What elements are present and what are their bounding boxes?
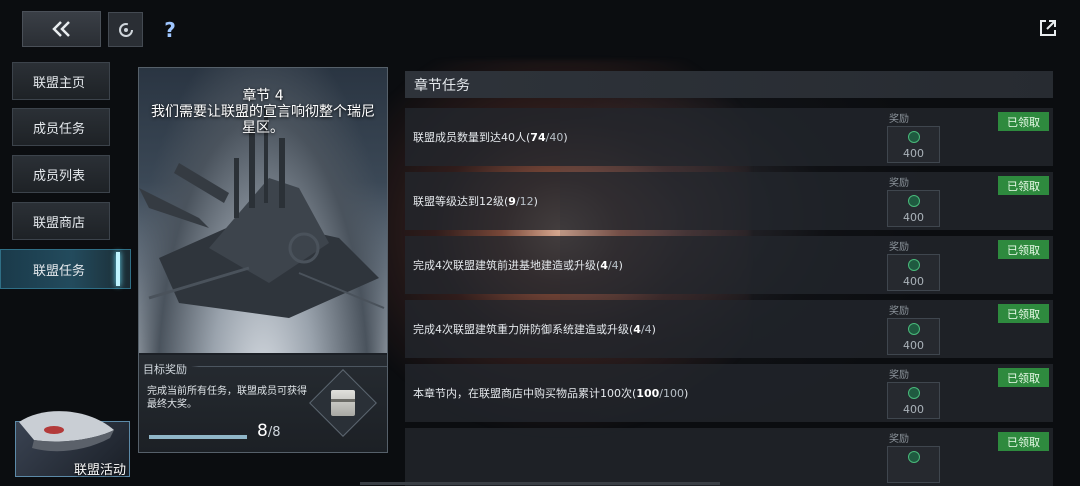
chapter-card: 章节 4 我们需要让联盟的宣言响彻整个瑞尼星区。 目标奖励 完成当前所有任务，联… bbox=[138, 67, 388, 453]
external-link-icon bbox=[1040, 20, 1056, 36]
task-text: 联盟成员数量到达40人( bbox=[413, 131, 531, 144]
sidebar-item-alliance-tasks[interactable]: 联盟任务 bbox=[0, 249, 131, 289]
task-description: 完成4次联盟建筑重力阱防御系统建造或升级(4/4) bbox=[413, 300, 656, 358]
alliance-credit-icon bbox=[908, 451, 920, 463]
task-close-paren: ) bbox=[533, 194, 538, 208]
double-chevron-left-icon bbox=[51, 21, 70, 37]
task-row: 联盟等级达到12级(9/12) 奖励 400 已领取 bbox=[405, 172, 1053, 230]
task-progress-total: /4 bbox=[640, 322, 652, 336]
alliance-credit-icon bbox=[908, 195, 920, 207]
reward-value: 400 bbox=[903, 147, 924, 160]
task-row: 联盟成员数量到达40人(74/40) 奖励 400 已领取 bbox=[405, 108, 1053, 166]
reward-box: 400 bbox=[887, 126, 940, 163]
reward-label: 奖励 bbox=[889, 306, 909, 317]
task-close-paren: ) bbox=[618, 258, 623, 272]
refresh-icon bbox=[118, 22, 133, 37]
task-close-paren: ) bbox=[651, 322, 656, 336]
sidebar-item-member-tasks[interactable]: 成员任务 bbox=[12, 108, 110, 146]
reward-box: 400 bbox=[887, 318, 940, 355]
goal-reward-description: 完成当前所有任务，联盟成员可获得最终大奖。 bbox=[147, 386, 307, 410]
claimed-button[interactable]: 已领取 bbox=[998, 368, 1049, 387]
task-row: 完成4次联盟建筑前进基地建造或升级(4/4) 奖励 400 已领取 bbox=[405, 236, 1053, 294]
task-text: 联盟等级达到12级( bbox=[413, 195, 509, 208]
task-description: 本章节内，在联盟商店中购买物品累计100次(100/100) bbox=[413, 364, 688, 422]
treasure-chest-icon bbox=[331, 390, 355, 416]
progress-total: /8 bbox=[267, 425, 281, 440]
sidebar-item-label: 联盟商店 bbox=[33, 215, 86, 231]
task-close-paren: ) bbox=[563, 130, 568, 144]
reward-value: 400 bbox=[903, 339, 924, 352]
task-progress-total: /12 bbox=[515, 194, 534, 208]
task-progress-done: 9 bbox=[508, 194, 516, 208]
chapter-progress-count: 8/8 bbox=[257, 421, 280, 441]
reward-box: 400 bbox=[887, 190, 940, 227]
goal-reward-label: 目标奖励 bbox=[143, 363, 187, 376]
claimed-button[interactable]: 已领取 bbox=[998, 112, 1049, 131]
claimed-button[interactable]: 已领取 bbox=[998, 304, 1049, 323]
sidebar-item-label: 联盟主页 bbox=[33, 75, 86, 91]
reward-box bbox=[887, 446, 940, 483]
task-row: 本章节内，在联盟商店中购买物品累计100次(100/100) 奖励 400 已领取 bbox=[405, 364, 1053, 422]
reward-label: 奖励 bbox=[889, 370, 909, 381]
active-indicator bbox=[116, 252, 120, 286]
chapter-tasks-header: 章节任务 bbox=[405, 71, 1053, 98]
sidebar-item-member-list[interactable]: 成员列表 bbox=[12, 155, 110, 193]
reward-value: 400 bbox=[903, 403, 924, 416]
task-text: 完成4次联盟建筑前进基地建造或升级( bbox=[413, 259, 601, 272]
goal-reward-section: 目标奖励 完成当前所有任务，联盟成员可获得最终大奖。 8/8 bbox=[139, 355, 387, 452]
chapter-subtitle: 我们需要让联盟的宣言响彻整个瑞尼星区。 bbox=[151, 104, 375, 136]
back-button[interactable] bbox=[22, 11, 101, 47]
task-text: 本章节内，在联盟商店中购买物品累计100次( bbox=[413, 387, 637, 400]
task-progress-done: 4 bbox=[633, 322, 641, 336]
help-button[interactable]: ? bbox=[155, 15, 185, 45]
sidebar-item-label: 成员任务 bbox=[33, 121, 86, 137]
task-description: 联盟成员数量到达40人(74/40) bbox=[413, 108, 568, 166]
chapter-title-block: 章节 4 我们需要让联盟的宣言响彻整个瑞尼星区。 bbox=[139, 88, 387, 136]
task-progress-total: /4 bbox=[607, 258, 619, 272]
expand-button[interactable] bbox=[1034, 14, 1062, 42]
claimed-button[interactable]: 已领取 bbox=[998, 176, 1049, 195]
task-progress-total: /100 bbox=[659, 386, 684, 400]
alliance-credit-icon bbox=[908, 131, 920, 143]
chapter-progress-bar bbox=[149, 435, 247, 439]
task-progress-done: 100 bbox=[636, 386, 660, 400]
sidebar-item-label: 联盟任务 bbox=[33, 263, 86, 279]
task-row: 完成4次联盟建筑重力阱防御系统建造或升级(4/4) 奖励 400 已领取 bbox=[405, 300, 1053, 358]
sidebar-item-alliance-shop[interactable]: 联盟商店 bbox=[12, 202, 110, 240]
alliance-credit-icon bbox=[908, 323, 920, 335]
reward-box: 400 bbox=[887, 254, 940, 291]
refresh-button[interactable] bbox=[108, 12, 143, 47]
alliance-credit-icon bbox=[908, 387, 920, 399]
reward-label: 奖励 bbox=[889, 434, 909, 445]
reward-box: 400 bbox=[887, 382, 940, 419]
reward-label: 奖励 bbox=[889, 178, 909, 189]
reward-value: 400 bbox=[903, 211, 924, 224]
task-progress-done: 74 bbox=[530, 130, 546, 144]
reward-label: 奖励 bbox=[889, 114, 909, 125]
task-close-paren: ) bbox=[683, 386, 689, 400]
task-description: 完成4次联盟建筑前进基地建造或升级(4/4) bbox=[413, 236, 623, 294]
task-progress-total: /40 bbox=[545, 130, 564, 144]
reward-value: 400 bbox=[903, 275, 924, 288]
alliance-activity-label: 联盟活动 bbox=[74, 463, 127, 478]
alliance-credit-icon bbox=[908, 259, 920, 271]
chapter-number: 章节 4 bbox=[242, 88, 284, 104]
reward-label: 奖励 bbox=[889, 242, 909, 253]
task-text: 完成4次联盟建筑重力阱防御系统建造或升级( bbox=[413, 323, 634, 336]
claimed-button[interactable]: 已领取 bbox=[998, 432, 1049, 451]
progress-done: 8 bbox=[257, 421, 268, 441]
task-description: 联盟等级达到12级(9/12) bbox=[413, 172, 538, 230]
sidebar-item-alliance-home[interactable]: 联盟主页 bbox=[12, 62, 110, 100]
scroll-indicator[interactable] bbox=[360, 482, 720, 485]
sidebar-item-label: 成员列表 bbox=[33, 168, 86, 184]
claimed-button[interactable]: 已领取 bbox=[998, 240, 1049, 259]
task-progress-done: 4 bbox=[600, 258, 608, 272]
task-row: 奖励 已领取 bbox=[405, 428, 1053, 486]
